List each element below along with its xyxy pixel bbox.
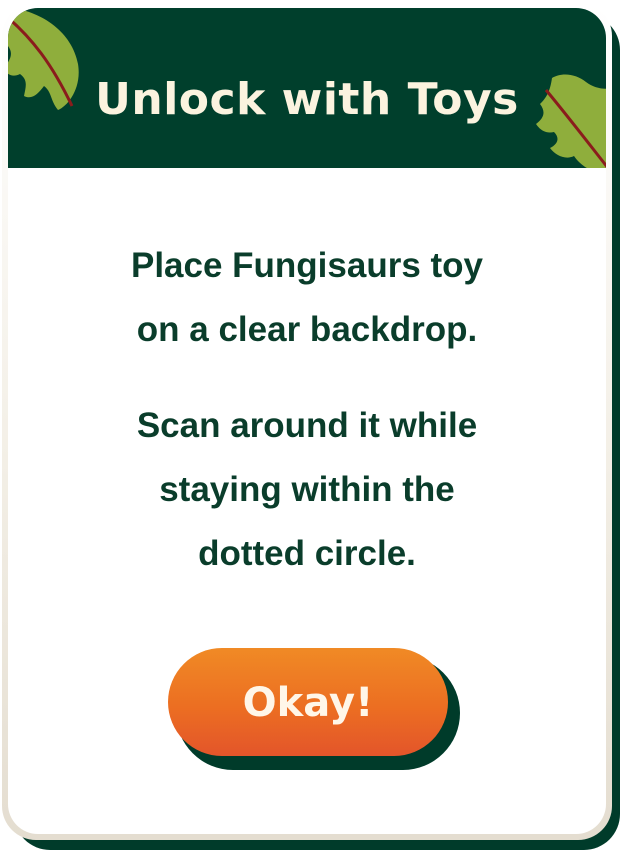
instruction-line: Place Fungisaurs toy	[130, 246, 484, 285]
instruction-line: Scan around it while	[136, 406, 478, 445]
okay-button[interactable]: Okay!	[168, 648, 448, 756]
instruction-paragraph-1: Place Fungisaurs toy on a clear backdrop…	[48, 234, 566, 362]
dialog-header: Unlock with Toys	[8, 8, 606, 168]
unlock-dialog: Unlock with Toys Place Fungisaurs toy on…	[0, 0, 624, 854]
dialog-title: Unlock with Toys	[95, 74, 519, 125]
instruction-line: dotted circle.	[198, 534, 416, 573]
instruction-line: on a clear backdrop.	[136, 310, 478, 349]
instruction-paragraph-2: Scan around it while staying within the …	[48, 394, 566, 586]
instruction-line: staying within the	[159, 470, 455, 509]
dialog-card: Unlock with Toys Place Fungisaurs toy on…	[8, 8, 606, 834]
